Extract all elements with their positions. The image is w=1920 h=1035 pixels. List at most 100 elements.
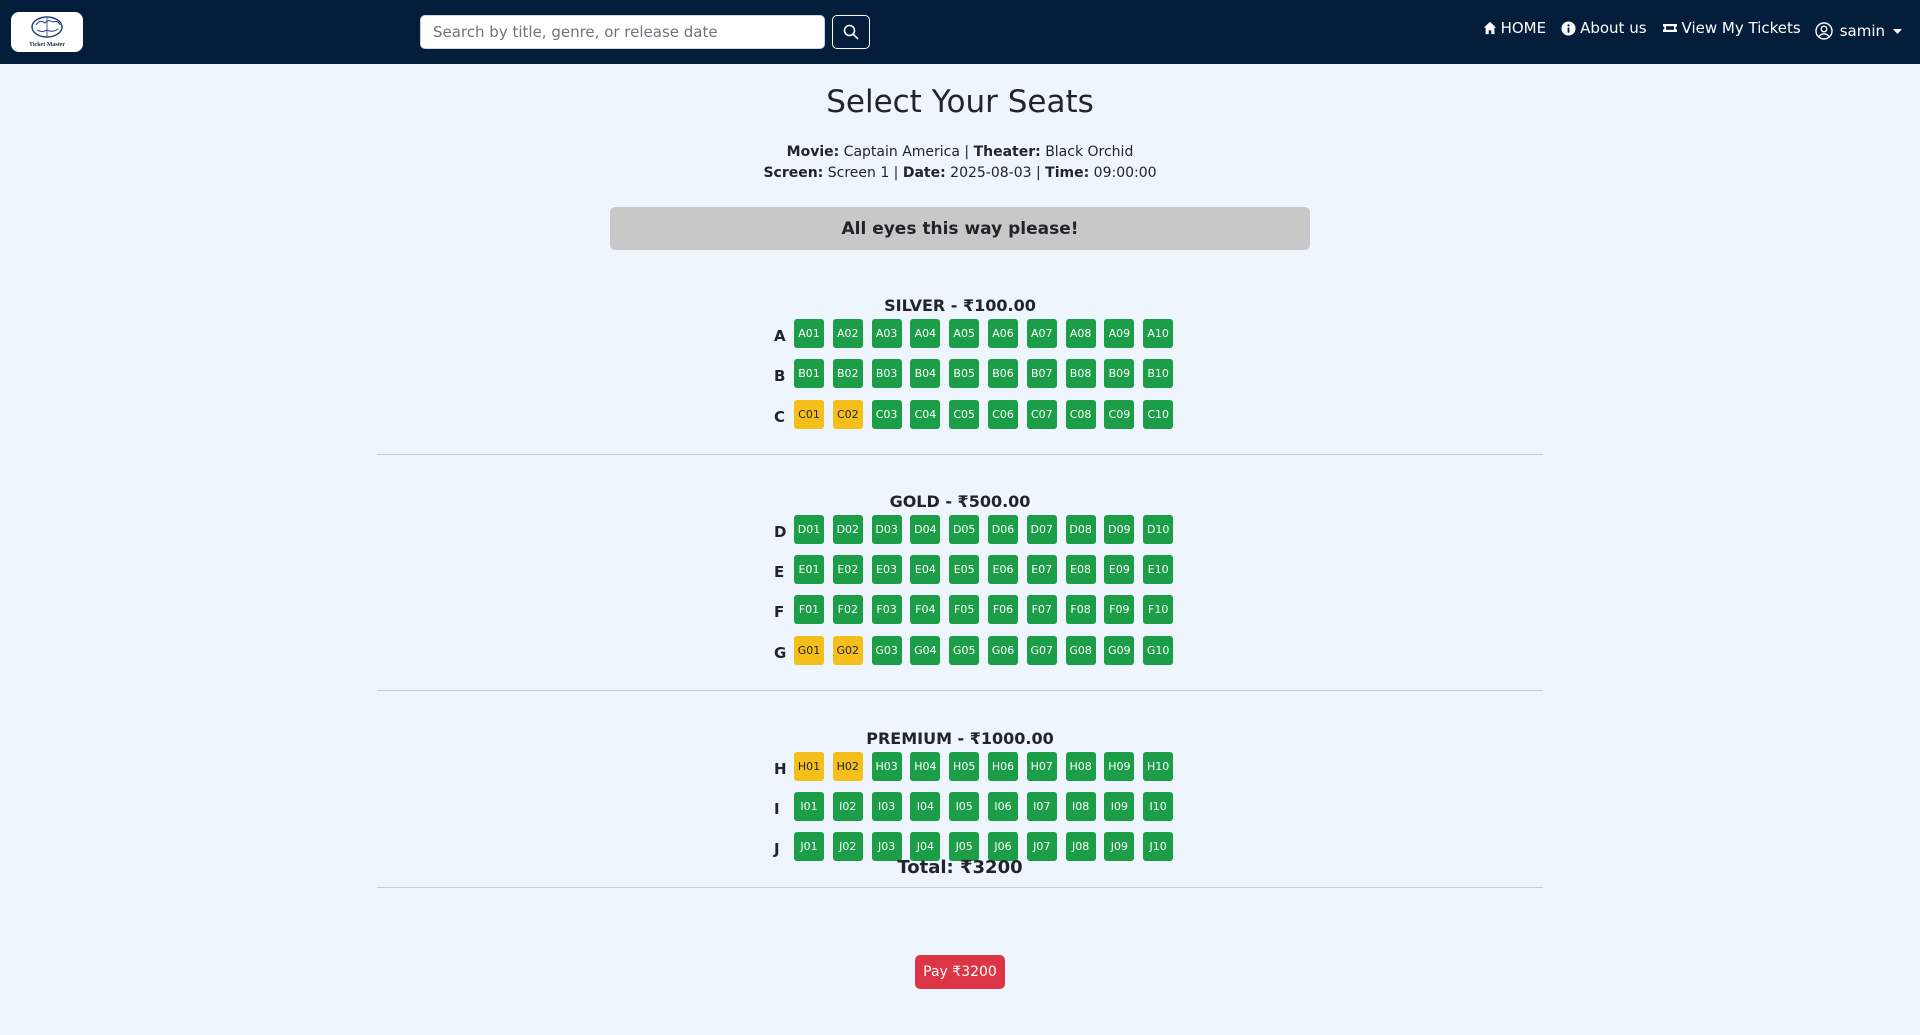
seat-button[interactable]: F10 <box>1143 594 1174 624</box>
seat-button[interactable]: H03 <box>871 751 902 781</box>
seat-button[interactable]: I02 <box>832 791 863 821</box>
seat-button[interactable]: H07 <box>1026 751 1057 781</box>
seat-button[interactable]: D03 <box>871 514 902 544</box>
seat-button-selected[interactable]: G01 <box>794 635 824 665</box>
seat-button[interactable]: C04 <box>910 399 941 429</box>
seat-button[interactable]: G04 <box>910 635 941 665</box>
seat-button[interactable]: D02 <box>832 514 863 544</box>
seat-button[interactable]: E01 <box>794 554 824 584</box>
seat-button[interactable]: F07 <box>1026 594 1057 624</box>
search-button[interactable] <box>832 15 870 49</box>
seat-button[interactable]: G03 <box>871 635 902 665</box>
seat-button[interactable]: D01 <box>794 514 824 544</box>
seat-button[interactable]: B04 <box>910 358 941 388</box>
seat-button-selected[interactable]: H02 <box>832 751 863 781</box>
seat-button[interactable]: B07 <box>1026 358 1057 388</box>
seat-button[interactable]: H09 <box>1104 751 1135 781</box>
seat-button[interactable]: C10 <box>1143 399 1174 429</box>
seat-button[interactable]: B06 <box>987 358 1018 388</box>
pay-button[interactable]: Pay ₹3200 <box>915 955 1005 989</box>
seat-button[interactable]: A04 <box>910 318 941 348</box>
screen-banner: All eyes this way please! <box>610 207 1310 250</box>
seat-button[interactable]: A01 <box>794 318 824 348</box>
seat-button[interactable]: D04 <box>910 514 941 544</box>
seat-button[interactable]: C08 <box>1065 399 1096 429</box>
seat-button[interactable]: H08 <box>1065 751 1096 781</box>
seat-button[interactable]: F02 <box>832 594 863 624</box>
seat-button[interactable]: I03 <box>871 791 902 821</box>
row-label: H <box>774 760 787 778</box>
seat-button[interactable]: A10 <box>1143 318 1174 348</box>
seat-button[interactable]: E04 <box>910 554 941 584</box>
nav-tickets-link[interactable]: View My Tickets <box>1662 19 1801 37</box>
seat-button[interactable]: I01 <box>794 791 824 821</box>
seat-button-selected[interactable]: G02 <box>832 635 863 665</box>
seat-button[interactable]: C06 <box>987 399 1018 429</box>
seat-button[interactable]: E09 <box>1104 554 1135 584</box>
seat-button[interactable]: C09 <box>1104 399 1135 429</box>
seat-button[interactable]: D05 <box>949 514 980 544</box>
user-menu-dropdown[interactable]: samin <box>1815 22 1902 40</box>
brand-logo[interactable]: Ticket Master <box>11 12 83 52</box>
seat-button[interactable]: A05 <box>949 318 980 348</box>
seat-button[interactable]: G08 <box>1065 635 1096 665</box>
seat-button[interactable]: I09 <box>1104 791 1135 821</box>
seat-button[interactable]: G05 <box>949 635 980 665</box>
seat-button[interactable]: F09 <box>1104 594 1135 624</box>
seat-button[interactable]: B09 <box>1104 358 1135 388</box>
seat-button[interactable]: C03 <box>871 399 902 429</box>
seat-button[interactable]: F01 <box>794 594 824 624</box>
seat-button[interactable]: F08 <box>1065 594 1096 624</box>
seat-button[interactable]: B03 <box>871 358 902 388</box>
seat-button[interactable]: E02 <box>832 554 863 584</box>
seat-button[interactable]: E10 <box>1143 554 1174 584</box>
seat-button[interactable]: E05 <box>949 554 980 584</box>
seat-button[interactable]: F06 <box>987 594 1018 624</box>
seat-button[interactable]: I10 <box>1143 791 1174 821</box>
seat-button[interactable]: G10 <box>1143 635 1174 665</box>
seat-button[interactable]: A08 <box>1065 318 1096 348</box>
seat-button-selected[interactable]: H01 <box>794 751 824 781</box>
seat-button[interactable]: B01 <box>794 358 824 388</box>
seat-button[interactable]: E03 <box>871 554 902 584</box>
seat-button[interactable]: G07 <box>1026 635 1057 665</box>
search-input[interactable] <box>420 15 825 49</box>
seat-button[interactable]: I06 <box>987 791 1018 821</box>
seat-button[interactable]: H10 <box>1143 751 1174 781</box>
seat-button[interactable]: B10 <box>1143 358 1174 388</box>
seat-button-selected[interactable]: C01 <box>794 399 824 429</box>
seat-button[interactable]: D08 <box>1065 514 1096 544</box>
seat-button[interactable]: D07 <box>1026 514 1057 544</box>
seat-button[interactable]: E08 <box>1065 554 1096 584</box>
seat-button[interactable]: E06 <box>987 554 1018 584</box>
seat-button[interactable]: G06 <box>987 635 1018 665</box>
seat-button[interactable]: A06 <box>987 318 1018 348</box>
seat-button[interactable]: F03 <box>871 594 902 624</box>
seat-button[interactable]: C05 <box>949 399 980 429</box>
seat-button[interactable]: E07 <box>1026 554 1057 584</box>
seat-button[interactable]: F05 <box>949 594 980 624</box>
seat-button[interactable]: D10 <box>1143 514 1174 544</box>
seat-button[interactable]: F04 <box>910 594 941 624</box>
seat-button[interactable]: A02 <box>832 318 863 348</box>
seat-button[interactable]: I08 <box>1065 791 1096 821</box>
seat-button[interactable]: H04 <box>910 751 941 781</box>
seat-button[interactable]: H05 <box>949 751 980 781</box>
nav-about-link[interactable]: About us <box>1561 19 1647 37</box>
seat-button[interactable]: A03 <box>871 318 902 348</box>
seat-button[interactable]: A07 <box>1026 318 1057 348</box>
nav-home-link[interactable]: HOME <box>1483 19 1546 37</box>
seat-button[interactable]: A09 <box>1104 318 1135 348</box>
seat-button[interactable]: C07 <box>1026 399 1057 429</box>
seat-button[interactable]: B08 <box>1065 358 1096 388</box>
seat-button[interactable]: B02 <box>832 358 863 388</box>
seat-button[interactable]: G09 <box>1104 635 1135 665</box>
seat-button[interactable]: D06 <box>987 514 1018 544</box>
seat-button[interactable]: I04 <box>910 791 941 821</box>
seat-button[interactable]: H06 <box>987 751 1018 781</box>
seat-button-selected[interactable]: C02 <box>832 399 863 429</box>
seat-button[interactable]: I07 <box>1026 791 1057 821</box>
seat-button[interactable]: B05 <box>949 358 980 388</box>
seat-button[interactable]: I05 <box>949 791 980 821</box>
seat-button[interactable]: D09 <box>1104 514 1135 544</box>
